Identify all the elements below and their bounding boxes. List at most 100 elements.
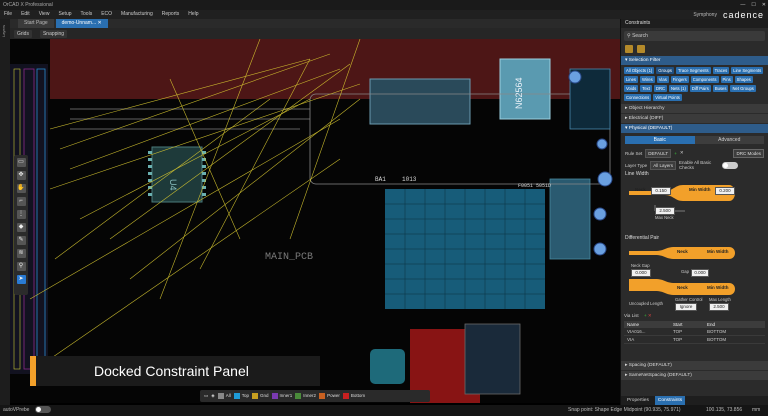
hand-icon[interactable]: ✋ [16, 184, 26, 193]
select-pointer-icon[interactable]: ➤ [16, 275, 26, 284]
gather-dropdown[interactable]: Ignore [675, 303, 697, 311]
chip-u4-label: U4 [168, 179, 178, 191]
folder-icon[interactable] [625, 45, 633, 53]
route-icon[interactable]: ⌐ [16, 197, 26, 206]
grids-button[interactable]: Grids [14, 29, 32, 38]
caption-text: Docked Constraint Panel [94, 363, 249, 379]
panel-bottom-tabs: Properties Constraints [621, 396, 768, 405]
layer-inner1[interactable]: Inner1 [271, 393, 292, 399]
menu-reports[interactable]: Reports [162, 10, 180, 19]
monitor-icon[interactable]: ▭ [204, 393, 208, 399]
menu-help[interactable]: Help [188, 10, 198, 19]
chip-pins[interactable]: Pins [720, 76, 733, 83]
chip-shapes[interactable]: Shapes [734, 76, 753, 83]
chip-vias[interactable]: Vias [656, 76, 669, 83]
max-length-field[interactable]: 2.500 [709, 303, 729, 311]
neck-value-field[interactable]: 0.150 [651, 187, 671, 195]
pen-icon[interactable]: ✎ [16, 236, 26, 245]
layers-icon[interactable]: ≋ [16, 249, 26, 258]
menu-file[interactable]: File [4, 10, 12, 19]
mode-advanced-button[interactable]: Advanced [694, 136, 764, 144]
maximize-button[interactable]: ☐ [751, 0, 755, 10]
close-button[interactable]: ✕ [762, 0, 766, 10]
chip-virtual-points[interactable]: Virtual Points [653, 94, 682, 101]
status-toggle[interactable] [34, 406, 51, 414]
chip-trace-segments[interactable]: Trace Segments [676, 67, 711, 74]
layer-gnd[interactable]: Gnd [252, 393, 269, 399]
neck-gap-field[interactable]: 0.000 [631, 269, 651, 277]
move-icon[interactable]: ✥ [16, 171, 26, 180]
shape-icon[interactable]: ◆ [16, 223, 26, 232]
gap-field[interactable]: 0.000 [691, 269, 709, 277]
tab-demo-design[interactable]: demo-Unnam... ✕ [55, 19, 108, 28]
enable-checks-toggle[interactable] [721, 161, 738, 169]
tab-properties[interactable]: Properties [624, 396, 652, 405]
section-physical[interactable]: ▾ Physical (DEFAULT) [621, 124, 768, 133]
chip-wires[interactable]: Wires [640, 76, 655, 83]
table-row[interactable]: VIA016... TOP BOTTOM [624, 328, 765, 336]
add-via-icon[interactable]: + [644, 313, 647, 318]
comment-icon[interactable]: ▭ [16, 158, 26, 167]
layer-top[interactable]: Top [233, 393, 249, 399]
search-field[interactable]: ⚲ Search [624, 31, 765, 41]
drc-modes-button[interactable]: DRC Modes [733, 148, 764, 158]
chip-net-groups[interactable]: Net Groups [730, 85, 756, 92]
delete-rule-icon[interactable]: ✕ [680, 150, 684, 156]
chip-all-objects[interactable]: All Objects (1) [624, 67, 655, 74]
chip-lines[interactable]: Lines [624, 76, 639, 83]
max-neck-field[interactable]: 2.500 [655, 207, 675, 215]
menu-edit[interactable]: Edit [21, 10, 30, 19]
tab-constraints[interactable]: Constraints [654, 396, 686, 405]
chip-traces[interactable]: Traces [712, 67, 730, 74]
section-object-hierarchy[interactable]: ▸ Object Hierarchy [621, 104, 768, 113]
chip-drc[interactable]: DRC [653, 85, 668, 92]
section-electrical[interactable]: ▸ Electrical (DIFF) [621, 114, 768, 123]
chip-fingers[interactable]: Fingers [670, 76, 689, 83]
chip-voids[interactable]: Voids [624, 85, 639, 92]
layer-visibility-bar: ▭ ◈ All Top Gnd Inner1 Inner2 Power Bott… [200, 390, 430, 402]
section-spacing[interactable]: ▸ Spacing (DEFAULT) [621, 361, 768, 370]
chip-components[interactable]: Components [690, 76, 719, 83]
chip-text[interactable]: Text [640, 85, 652, 92]
tab-start-page[interactable]: Start Page [18, 19, 54, 28]
minimize-button[interactable]: — [740, 0, 745, 10]
mode-toggle: Basic Advanced [625, 136, 764, 144]
tab-close-icon[interactable]: ✕ [98, 20, 102, 26]
fanout-icon[interactable]: ⋮ [16, 210, 26, 219]
chip-groups[interactable]: Groups [656, 67, 675, 74]
section-same-net[interactable]: ▸ SameNetSpacing (DEFAULT) [621, 371, 768, 380]
menu-manufacturing[interactable]: Manufacturing [121, 10, 153, 19]
menu-view[interactable]: View [39, 10, 50, 19]
symphony-button[interactable]: Symphony [693, 12, 717, 18]
chip-line-segments[interactable]: Line Segments [731, 67, 764, 74]
layer-power[interactable]: Power [319, 393, 340, 399]
table-row[interactable]: VIA TOP BOTTOM [624, 336, 765, 344]
bottom-component [464, 323, 521, 395]
pcb-canvas[interactable]: MAIN_PCB U4 N62564 BA1 1013 F0051 5051D [10, 39, 620, 403]
chip-nets[interactable]: Nets (1) [669, 85, 688, 92]
remove-via-icon[interactable]: ✕ [648, 313, 652, 318]
layer-inner2[interactable]: Inner2 [295, 393, 316, 399]
layer-type-dropdown[interactable]: All Layers [650, 160, 676, 170]
layer-bottom[interactable]: Bottom [342, 393, 365, 399]
side-tab-layers[interactable]: Layers [1, 25, 6, 37]
add-rule-icon[interactable]: + [674, 151, 677, 156]
document-icon[interactable] [637, 45, 645, 53]
snapping-button[interactable]: Snapping [39, 29, 68, 38]
chip-buses[interactable]: Buses [712, 85, 729, 92]
chip-diff-pairs[interactable]: Diff Pairs [689, 85, 711, 92]
zoom-icon[interactable]: ⚲ [16, 262, 26, 271]
menu-eco[interactable]: ECO [101, 10, 112, 19]
line-width-title: Line Width [625, 171, 649, 177]
rule-set-dropdown[interactable]: DEFAULT [645, 148, 672, 158]
panel-header: Constraints [621, 19, 768, 28]
chip-connections[interactable]: Connections [624, 94, 652, 101]
layers-stack-icon[interactable]: ◈ [211, 393, 214, 399]
menu-tools[interactable]: Tools [81, 10, 93, 19]
layer-all[interactable]: All [217, 393, 231, 399]
layer-type-row: Layer Type All Layers Enable All Basic C… [621, 159, 768, 171]
section-selection-filter[interactable]: ▾ Selection Filter [621, 56, 768, 65]
min-width-field[interactable]: 0.200 [715, 187, 735, 195]
mode-basic-button[interactable]: Basic [625, 136, 695, 144]
menu-setup[interactable]: Setup [58, 10, 71, 19]
